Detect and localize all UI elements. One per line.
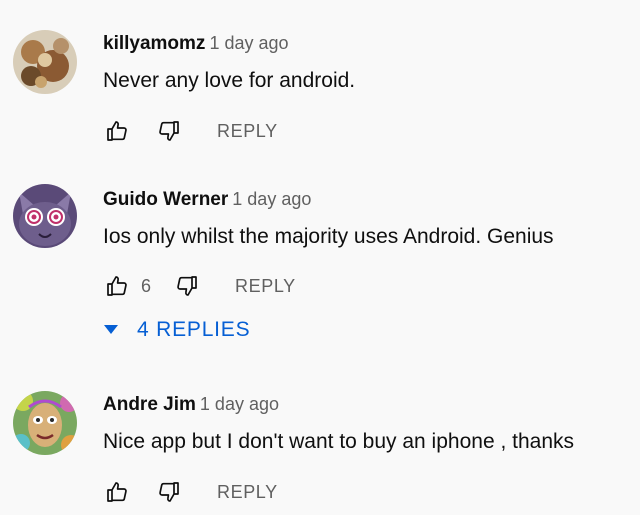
comment-header: Andre Jim 1 day ago [103, 394, 279, 416]
thumb-up-icon[interactable] [103, 117, 131, 145]
comment-header: killyamomz 1 day ago [103, 33, 289, 55]
avatar[interactable] [13, 391, 77, 455]
thumb-down-icon[interactable] [155, 478, 183, 506]
thumb-up-icon[interactable] [103, 478, 131, 506]
comment-text: Nice app but I don't want to buy an ipho… [103, 430, 574, 453]
view-replies-button[interactable]: 4 REPLIES [103, 318, 250, 342]
reply-button[interactable]: REPLY [235, 276, 296, 297]
comment-timestamp[interactable]: 1 day ago [232, 189, 311, 209]
comment-timestamp[interactable]: 1 day ago [209, 33, 288, 53]
comment-header: Guido Werner 1 day ago [103, 189, 311, 211]
view-replies-label: 4 REPLIES [137, 318, 251, 341]
comment-author[interactable]: Andre Jim [103, 394, 196, 415]
reply-button[interactable]: REPLY [217, 121, 278, 142]
comment-author[interactable]: killyamomz [103, 33, 205, 54]
avatar[interactable] [13, 184, 77, 248]
like-count: 6 [141, 275, 152, 296]
comment-text: Ios only whilst the majority uses Androi… [103, 225, 554, 248]
triangle-down-icon [103, 324, 119, 336]
comment-text: Never any love for android. [103, 69, 356, 92]
comment-actions: REPLY [103, 477, 278, 507]
thumb-down-icon[interactable] [155, 117, 183, 145]
thumb-up-icon[interactable] [103, 272, 131, 300]
comment-actions: 6 REPLY [103, 271, 296, 301]
thumb-down-icon[interactable] [173, 272, 201, 300]
comment-author[interactable]: Guido Werner [103, 189, 228, 210]
avatar[interactable] [13, 30, 77, 94]
comment-actions: REPLY [103, 116, 278, 146]
reply-button[interactable]: REPLY [217, 482, 278, 503]
comment-timestamp[interactable]: 1 day ago [200, 394, 279, 414]
